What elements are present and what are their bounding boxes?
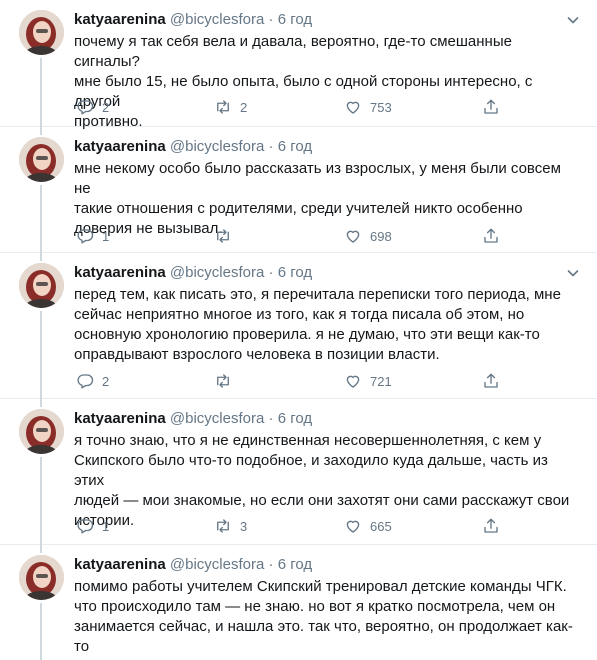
share-button[interactable]	[482, 226, 500, 246]
author-handle[interactable]: @bicyclesfora	[170, 410, 264, 427]
separator-dot: ·	[268, 11, 274, 28]
reply-count: 2	[102, 99, 110, 115]
reply-icon	[76, 517, 94, 535]
heart-icon	[344, 372, 362, 390]
like-count: 698	[370, 228, 392, 244]
like-button[interactable]: 698	[344, 226, 392, 246]
tweet-time[interactable]: 6 год	[278, 11, 312, 28]
tweet-header: katyaarenina @bicyclesfora · 6 год	[74, 555, 581, 575]
thread-connector	[40, 311, 42, 399]
chevron-down-icon[interactable]	[565, 12, 581, 28]
retweet-icon	[214, 372, 232, 390]
reply-count: 1	[102, 518, 110, 534]
share-icon	[482, 372, 500, 390]
reply-count: 2	[102, 373, 110, 389]
reply-icon	[76, 98, 94, 116]
separator-dot: ·	[268, 556, 274, 573]
like-button[interactable]: 665	[344, 516, 392, 536]
author-name[interactable]: katyaarenina	[74, 410, 166, 427]
reply-button[interactable]: 2	[76, 97, 109, 117]
share-icon	[482, 517, 500, 535]
tweet[interactable]: katyaarenina @bicyclesfora · 6 год перед…	[0, 253, 597, 399]
avatar[interactable]	[19, 263, 64, 308]
tweet-actions: 1 698	[74, 226, 498, 246]
author-handle[interactable]: @bicyclesfora	[170, 264, 264, 281]
thread-connector	[40, 457, 42, 545]
tweet-thread: katyaarenina @bicyclesfora · 6 год почем…	[0, 0, 597, 660]
like-button[interactable]: 721	[344, 371, 392, 391]
reply-icon	[76, 227, 94, 245]
separator-dot: ·	[268, 410, 274, 427]
retweet-button[interactable]: 2	[214, 97, 247, 117]
retweet-count: 2	[240, 99, 248, 115]
heart-icon	[344, 98, 362, 116]
retweet-count: 3	[240, 518, 248, 534]
avatar[interactable]	[19, 10, 64, 55]
author-handle[interactable]: @bicyclesfora	[170, 556, 264, 573]
like-count: 753	[370, 99, 392, 115]
thread-connector	[40, 603, 42, 660]
share-icon	[482, 98, 500, 116]
retweet-icon	[214, 98, 232, 116]
share-icon	[482, 227, 500, 245]
tweet-text: почему я так себя вела и давала, вероятн…	[74, 33, 533, 130]
tweet-time[interactable]: 6 год	[278, 556, 312, 573]
retweet-icon	[214, 517, 232, 535]
thread-connector	[40, 185, 42, 253]
chevron-down-icon[interactable]	[565, 265, 581, 281]
thread-connector	[40, 127, 42, 135]
retweet-icon	[214, 227, 232, 245]
share-button[interactable]	[482, 371, 500, 391]
tweet-header: katyaarenina @bicyclesfora · 6 год	[74, 409, 581, 429]
tweet-time[interactable]: 6 год	[278, 138, 312, 155]
reply-button[interactable]: 1	[76, 226, 109, 246]
tweet-header: katyaarenina @bicyclesfora · 6 год	[74, 137, 581, 157]
reply-count: 1	[102, 228, 110, 244]
tweet[interactable]: katyaarenina @bicyclesfora · 6 год мне н…	[0, 127, 597, 253]
share-button[interactable]	[482, 516, 500, 536]
reply-button[interactable]: 2	[76, 371, 109, 391]
tweet-time[interactable]: 6 год	[278, 410, 312, 427]
avatar[interactable]	[19, 137, 64, 182]
tweet[interactable]: katyaarenina @bicyclesfora · 6 год почем…	[0, 0, 597, 130]
tweet-header: katyaarenina @bicyclesfora · 6 год	[74, 263, 581, 283]
author-name[interactable]: katyaarenina	[74, 138, 166, 155]
author-handle[interactable]: @bicyclesfora	[170, 138, 264, 155]
avatar[interactable]	[19, 555, 64, 600]
tweet-actions: 2 2 753	[74, 97, 498, 117]
author-handle[interactable]: @bicyclesfora	[170, 11, 264, 28]
author-name[interactable]: katyaarenina	[74, 556, 166, 573]
like-count: 665	[370, 518, 392, 534]
reply-button[interactable]: 1	[76, 516, 109, 536]
tweet[interactable]: katyaarenina @bicyclesfora · 6 год помим…	[0, 545, 597, 660]
thread-connector	[40, 58, 42, 127]
separator-dot: ·	[268, 264, 274, 281]
tweet-text: перед тем, как писать это, я перечитала …	[74, 286, 561, 363]
heart-icon	[344, 517, 362, 535]
separator-dot: ·	[268, 138, 274, 155]
tweet[interactable]: katyaarenina @bicyclesfora · 6 год я точ…	[0, 399, 597, 545]
reply-icon	[76, 372, 94, 390]
tweet-text: помимо работы учителем Скипский трениров…	[74, 578, 573, 660]
author-name[interactable]: katyaarenina	[74, 11, 166, 28]
like-button[interactable]: 753	[344, 97, 392, 117]
author-name[interactable]: katyaarenina	[74, 264, 166, 281]
retweet-button[interactable]	[214, 371, 240, 391]
tweet-actions: 2 721	[74, 371, 498, 391]
share-button[interactable]	[482, 97, 500, 117]
tweet-actions: 1 3 665	[74, 516, 498, 536]
tweet-time[interactable]: 6 год	[278, 264, 312, 281]
retweet-button[interactable]: 3	[214, 516, 247, 536]
retweet-button[interactable]	[214, 226, 240, 246]
thread-connector	[40, 253, 42, 261]
tweet-header: katyaarenina @bicyclesfora · 6 год	[74, 10, 581, 30]
heart-icon	[344, 227, 362, 245]
thread-connector	[40, 545, 42, 553]
like-count: 721	[370, 373, 392, 389]
avatar[interactable]	[19, 409, 64, 454]
thread-connector	[40, 399, 42, 407]
